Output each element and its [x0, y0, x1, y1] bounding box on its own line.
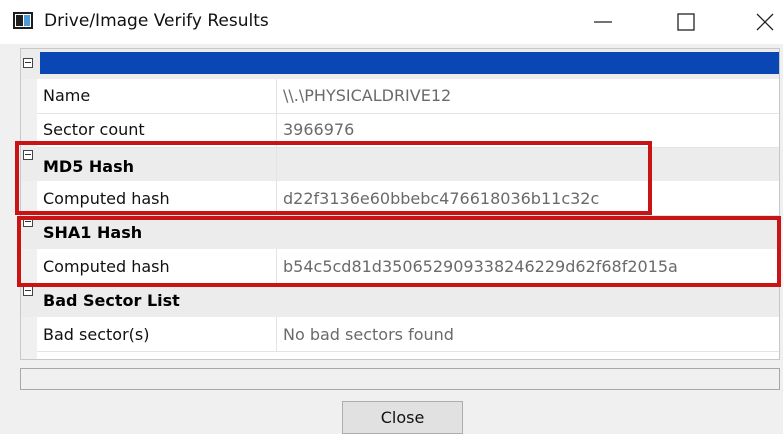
property-value: No bad sectors found [283, 325, 454, 344]
close-button[interactable]: Close [342, 401, 463, 434]
category-row-sha1[interactable]: SHA1 Hash [21, 215, 779, 249]
column-divider [276, 79, 277, 147]
category-label: Bad Sector List [43, 291, 180, 310]
property-name: Name [43, 86, 91, 105]
minimize-icon [594, 21, 612, 23]
column-divider [276, 249, 277, 283]
property-name: Sector count [43, 120, 145, 139]
application-window-icon [13, 12, 33, 29]
property-name: Bad sector(s) [43, 325, 150, 344]
property-name: Computed hash [43, 257, 170, 276]
category-row-bad-sectors[interactable]: Bad Sector List [21, 283, 779, 317]
grid-line [37, 147, 779, 148]
grid-line [37, 113, 779, 114]
description-bar [20, 368, 780, 390]
minimize-button[interactable] [580, 0, 638, 44]
grid-line [37, 351, 779, 352]
property-row-sector-count[interactable]: Sector count 3966976 [21, 113, 779, 147]
property-row-name[interactable]: Name \\.\PHYSICALDRIVE12 [21, 79, 779, 113]
column-divider [276, 181, 277, 215]
property-row-sha1-hash[interactable]: Computed hash b54c5cd81d3506529093382462… [21, 249, 779, 283]
selected-category-bar [40, 52, 779, 74]
column-divider [276, 317, 277, 351]
property-value: b54c5cd81d350652909338246229d62f68f2015a [283, 257, 678, 276]
maximize-button[interactable] [658, 0, 716, 44]
close-icon [756, 13, 774, 31]
window-title: Drive/Image Verify Results [44, 11, 269, 31]
category-row-drive[interactable] [21, 49, 779, 79]
collapse-toggle-icon[interactable] [23, 58, 33, 68]
property-value: 3966976 [283, 120, 355, 139]
property-row-md5-hash[interactable]: Computed hash d22f3136e60bbebc476618036b… [21, 181, 779, 215]
maximize-icon [677, 13, 695, 31]
title-bar: Drive/Image Verify Results [0, 0, 783, 44]
property-grid[interactable]: Name \\.\PHYSICALDRIVE12 Sector count 39… [20, 48, 780, 360]
category-label: SHA1 Hash [43, 223, 143, 242]
category-label: MD5 Hash [43, 157, 135, 176]
grid-line [37, 215, 779, 216]
category-row-md5[interactable]: MD5 Hash [21, 147, 779, 181]
property-value: \\.\PHYSICALDRIVE12 [283, 86, 452, 105]
collapse-toggle-icon[interactable] [23, 150, 33, 160]
collapse-toggle-icon[interactable] [23, 217, 33, 227]
collapse-toggle-icon[interactable] [23, 286, 33, 296]
close-window-button[interactable] [725, 0, 783, 44]
property-name: Computed hash [43, 189, 170, 208]
property-row-bad-sectors[interactable]: Bad sector(s) No bad sectors found [21, 317, 779, 351]
column-divider [276, 147, 277, 181]
property-value: d22f3136e60bbebc476618036b11c32c [283, 189, 600, 208]
grid-line [37, 283, 779, 284]
